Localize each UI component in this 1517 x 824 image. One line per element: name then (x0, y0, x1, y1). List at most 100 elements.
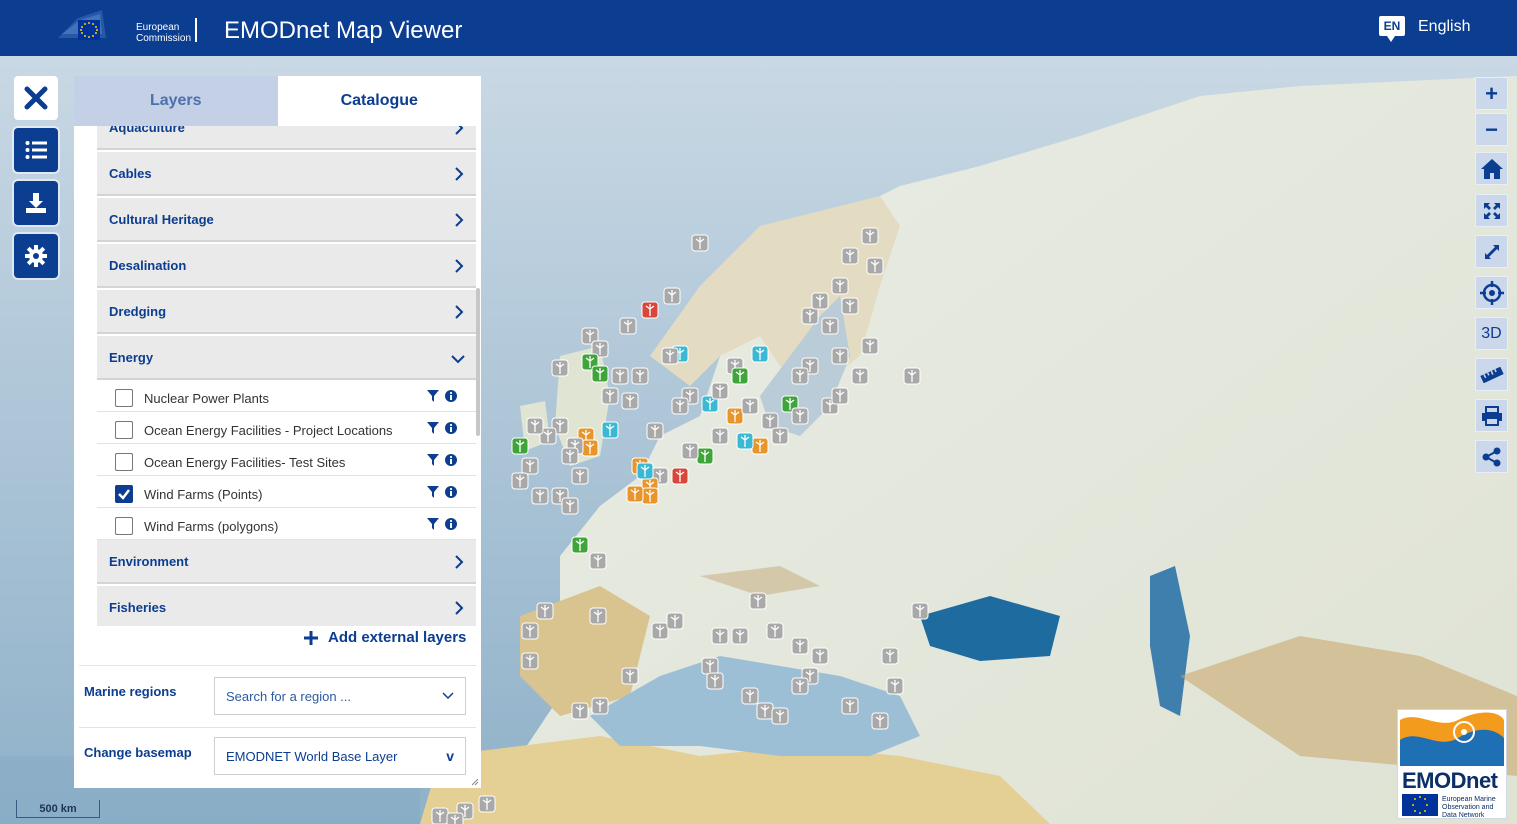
3d-view-button[interactable]: 3D (1475, 317, 1508, 350)
wind-farm-marker[interactable] (626, 485, 644, 503)
info-icon[interactable] (445, 422, 457, 434)
wind-farm-marker[interactable] (791, 637, 809, 655)
wind-farm-marker[interactable] (706, 672, 724, 690)
basemap-select[interactable]: EMODNET World Base Layer v (214, 737, 466, 775)
wind-farm-marker[interactable] (691, 234, 709, 252)
settings-button[interactable] (14, 234, 58, 278)
filter-icon[interactable] (427, 390, 439, 402)
measure-button[interactable] (1475, 358, 1508, 391)
share-button[interactable] (1475, 440, 1508, 473)
wind-farm-marker[interactable] (521, 457, 539, 475)
wind-farm-marker[interactable] (756, 702, 774, 720)
wind-farm-marker[interactable] (611, 367, 629, 385)
wind-farm-marker[interactable] (731, 627, 749, 645)
category-dredging[interactable]: Dredging (97, 290, 476, 334)
wind-farm-marker[interactable] (731, 367, 749, 385)
wind-farm-marker[interactable] (771, 707, 789, 725)
add-external-layers-button[interactable]: Add external layers (304, 629, 466, 646)
wind-farm-marker[interactable] (771, 427, 789, 445)
wind-farm-marker[interactable] (621, 392, 639, 410)
layer-checkbox[interactable] (115, 517, 133, 535)
wind-farm-marker[interactable] (851, 367, 869, 385)
wind-farm-marker[interactable] (821, 317, 839, 335)
wind-farm-marker[interactable] (903, 367, 921, 385)
zoom-out-button[interactable]: − (1475, 113, 1508, 146)
wind-farm-marker[interactable] (666, 612, 684, 630)
wind-farm-marker[interactable] (831, 347, 849, 365)
home-button[interactable] (1475, 152, 1508, 185)
language-selector[interactable]: English (1418, 18, 1470, 36)
layer-checkbox[interactable] (115, 389, 133, 407)
wind-farm-marker[interactable] (641, 487, 659, 505)
wind-farm-marker[interactable] (661, 347, 679, 365)
wind-farm-marker[interactable] (761, 412, 779, 430)
wind-farm-marker[interactable] (749, 592, 767, 610)
layer-checkbox-checked[interactable] (115, 485, 133, 503)
filter-icon[interactable] (427, 454, 439, 466)
wind-farm-marker[interactable] (521, 652, 539, 670)
category-energy[interactable]: Energy (97, 336, 476, 380)
wind-farm-marker[interactable] (561, 447, 579, 465)
wind-farm-marker[interactable] (536, 602, 554, 620)
list-scrollbar[interactable] (476, 288, 480, 436)
wind-farm-marker[interactable] (551, 359, 569, 377)
wind-farm-marker[interactable] (861, 227, 879, 245)
wind-farm-marker[interactable] (841, 247, 859, 265)
wind-farm-marker[interactable] (711, 427, 729, 445)
wind-farm-marker[interactable] (831, 277, 849, 295)
tab-catalogue[interactable]: Catalogue (277, 76, 481, 126)
wind-farm-marker[interactable] (581, 439, 599, 457)
wind-farm-marker[interactable] (681, 442, 699, 460)
wind-farm-marker[interactable] (621, 667, 639, 685)
layer-checkbox[interactable] (115, 453, 133, 471)
category-cables[interactable]: Cables (97, 152, 476, 196)
wind-farm-marker[interactable] (861, 337, 879, 355)
tab-layers[interactable]: Layers (74, 76, 278, 126)
wind-farm-marker[interactable] (741, 687, 759, 705)
zoom-extent-button[interactable] (1475, 194, 1508, 227)
wind-farm-marker[interactable] (911, 602, 929, 620)
wind-farm-marker[interactable] (866, 257, 884, 275)
wind-farm-marker[interactable] (831, 387, 849, 405)
download-button[interactable] (14, 181, 58, 225)
wind-farm-marker[interactable] (886, 677, 904, 695)
wind-farm-marker[interactable] (811, 647, 829, 665)
resize-handle-icon[interactable] (471, 778, 479, 786)
category-fisheries[interactable]: Fisheries (97, 586, 476, 626)
wind-farm-marker[interactable] (751, 437, 769, 455)
info-icon[interactable] (445, 454, 457, 466)
wind-farm-marker[interactable] (511, 472, 529, 490)
wind-farm-marker[interactable] (663, 287, 681, 305)
info-icon[interactable] (445, 486, 457, 498)
wind-farm-marker[interactable] (619, 317, 637, 335)
wind-farm-marker[interactable] (736, 432, 754, 450)
wind-farm-marker[interactable] (636, 462, 654, 480)
wind-farm-marker[interactable] (511, 437, 529, 455)
wind-farm-marker[interactable] (571, 702, 589, 720)
language-badge[interactable]: EN (1379, 16, 1405, 42)
layer-checkbox[interactable] (115, 421, 133, 439)
filter-icon[interactable] (427, 422, 439, 434)
category-environment[interactable]: Environment (97, 540, 476, 584)
wind-farm-marker[interactable] (446, 812, 464, 824)
wind-farm-marker[interactable] (841, 297, 859, 315)
wind-farm-marker[interactable] (671, 397, 689, 415)
wind-farm-marker[interactable] (646, 422, 664, 440)
wind-farm-marker[interactable] (591, 697, 609, 715)
wind-farm-marker[interactable] (601, 421, 619, 439)
print-button[interactable] (1475, 399, 1508, 432)
wind-farm-marker[interactable] (726, 407, 744, 425)
wind-farm-marker[interactable] (711, 382, 729, 400)
wind-farm-marker[interactable] (521, 622, 539, 640)
wind-farm-marker[interactable] (711, 627, 729, 645)
wind-farm-marker[interactable] (571, 536, 589, 554)
zoom-in-button[interactable]: + (1475, 77, 1508, 110)
category-desalination[interactable]: Desalination (97, 244, 476, 288)
wind-farm-marker[interactable] (561, 497, 579, 515)
close-panel-button[interactable] (14, 76, 58, 120)
category-cultural-heritage[interactable]: Cultural Heritage (97, 198, 476, 242)
wind-farm-marker[interactable] (766, 622, 784, 640)
wind-farm-marker[interactable] (631, 367, 649, 385)
wind-farm-marker[interactable] (601, 387, 619, 405)
wind-farm-marker[interactable] (641, 301, 659, 319)
